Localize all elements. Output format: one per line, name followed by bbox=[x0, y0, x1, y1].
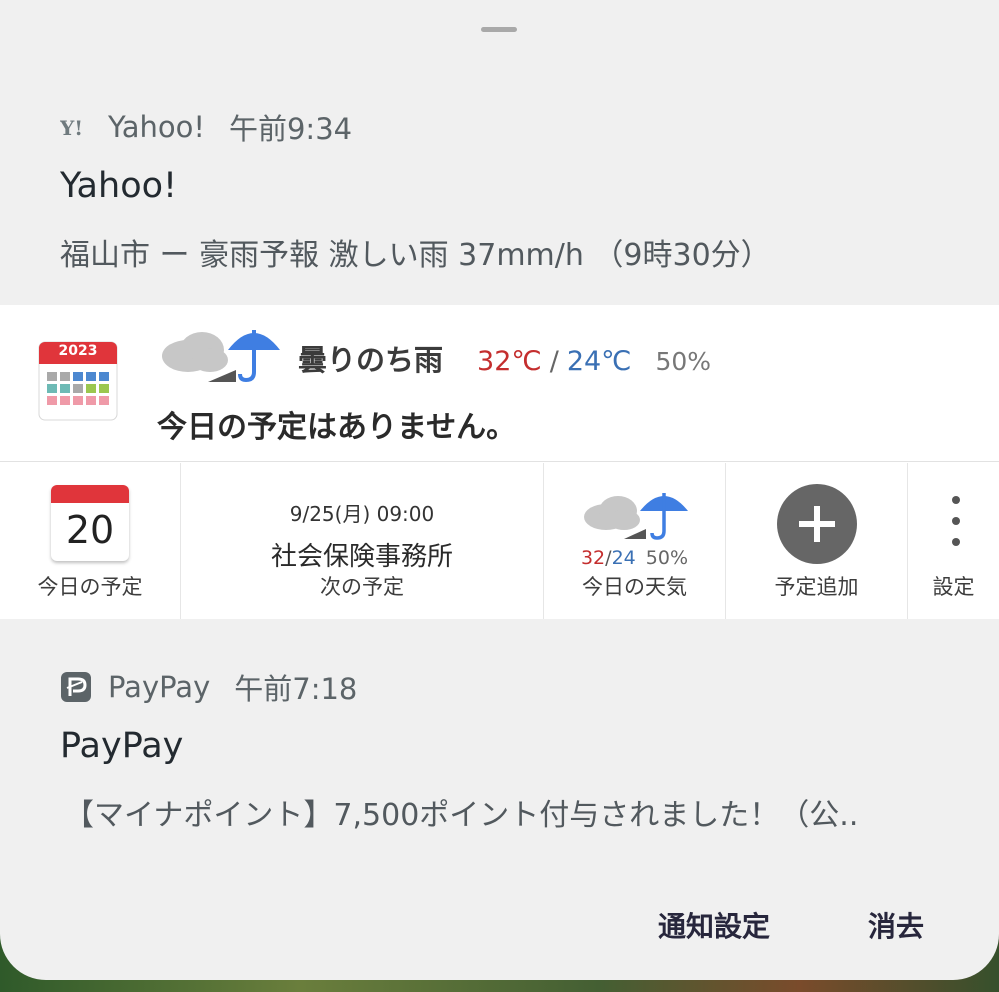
notification-header: PayPay 午前7:18 bbox=[60, 666, 357, 708]
today-schedule-label: 今日の予定 bbox=[37, 575, 143, 599]
notification-time: 午前7:18 bbox=[234, 672, 358, 706]
weather-condition: 曇りのち雨 bbox=[298, 343, 444, 377]
low-temp: 24℃ bbox=[566, 346, 632, 377]
calendar-date-icon: 20 bbox=[51, 485, 129, 561]
cloudy-then-rain-icon bbox=[158, 322, 288, 388]
precip-chance: 50% bbox=[655, 347, 712, 376]
add-event-button[interactable]: 予定追加 bbox=[726, 463, 908, 619]
calendar-app-icon: 2023 bbox=[37, 340, 119, 426]
today-weather-label: 今日の天気 bbox=[582, 575, 687, 599]
add-event-label: 予定追加 bbox=[774, 575, 859, 599]
calendar-icon-year: 2023 bbox=[58, 343, 98, 359]
notification-header: Y! Yahoo! 午前9:34 bbox=[60, 106, 352, 148]
notification-shade: Y! Yahoo! 午前9:34 Yahoo! 福山市 ー 豪雨予報 激しい雨 … bbox=[0, 0, 999, 980]
plus-icon bbox=[777, 484, 857, 564]
calendar-shortcut-bar: 20 今日の予定 9/25(月) 09:00 社会保険事務所 次の予定 32/2… bbox=[0, 463, 999, 619]
weather-temps: 32/24 50% bbox=[544, 547, 725, 569]
next-event-label: 次の予定 bbox=[320, 575, 404, 599]
paypay-logo-icon bbox=[60, 672, 94, 702]
today-date-number: 20 bbox=[65, 508, 115, 552]
notification-title: Yahoo! bbox=[60, 166, 178, 206]
next-event-datetime: 9/25(月) 09:00 bbox=[289, 502, 435, 526]
low-temp: 24 bbox=[611, 547, 636, 569]
app-name: PayPay bbox=[108, 670, 211, 704]
precip-chance: 50% bbox=[645, 547, 689, 569]
notification-title: PayPay bbox=[60, 726, 184, 766]
cloudy-then-rain-icon bbox=[580, 485, 692, 545]
drag-handle[interactable] bbox=[481, 27, 517, 32]
next-event-button[interactable]: 9/25(月) 09:00 社会保険事務所 次の予定 bbox=[181, 463, 544, 619]
no-schedule-text: 今日の予定はありません。 bbox=[157, 410, 517, 445]
today-weather-button[interactable]: 32/24 50% 今日の天気 bbox=[544, 463, 726, 619]
high-temp: 32℃ bbox=[477, 346, 542, 377]
high-temp: 32 bbox=[580, 547, 606, 569]
svg-text:Y!: Y! bbox=[60, 116, 83, 139]
notification-body: 【マイナポイント】7,500ポイント付与されました！（公.. bbox=[64, 798, 859, 833]
notification-body: 福山市 ー 豪雨予報 激しい雨 37mm/h （9時30分） bbox=[60, 238, 771, 273]
widget-settings-button[interactable]: 設定 bbox=[908, 463, 999, 619]
notification-settings-button[interactable]: 通知設定 bbox=[658, 905, 770, 945]
notification-time: 午前9:34 bbox=[228, 112, 353, 146]
clear-all-button[interactable]: 消去 bbox=[868, 905, 924, 945]
temp-separator: / bbox=[549, 346, 559, 377]
app-name: Yahoo! bbox=[108, 110, 205, 144]
next-event-title: 社会保険事務所 bbox=[270, 542, 453, 572]
settings-label: 設定 bbox=[932, 575, 975, 599]
yahoo-logo-icon: Y! bbox=[60, 112, 94, 142]
more-vert-icon bbox=[952, 496, 960, 546]
today-schedule-button[interactable]: 20 今日の予定 bbox=[0, 463, 181, 619]
weather-summary: 曇りのち雨 32℃ / 24℃ 50% bbox=[298, 337, 711, 379]
